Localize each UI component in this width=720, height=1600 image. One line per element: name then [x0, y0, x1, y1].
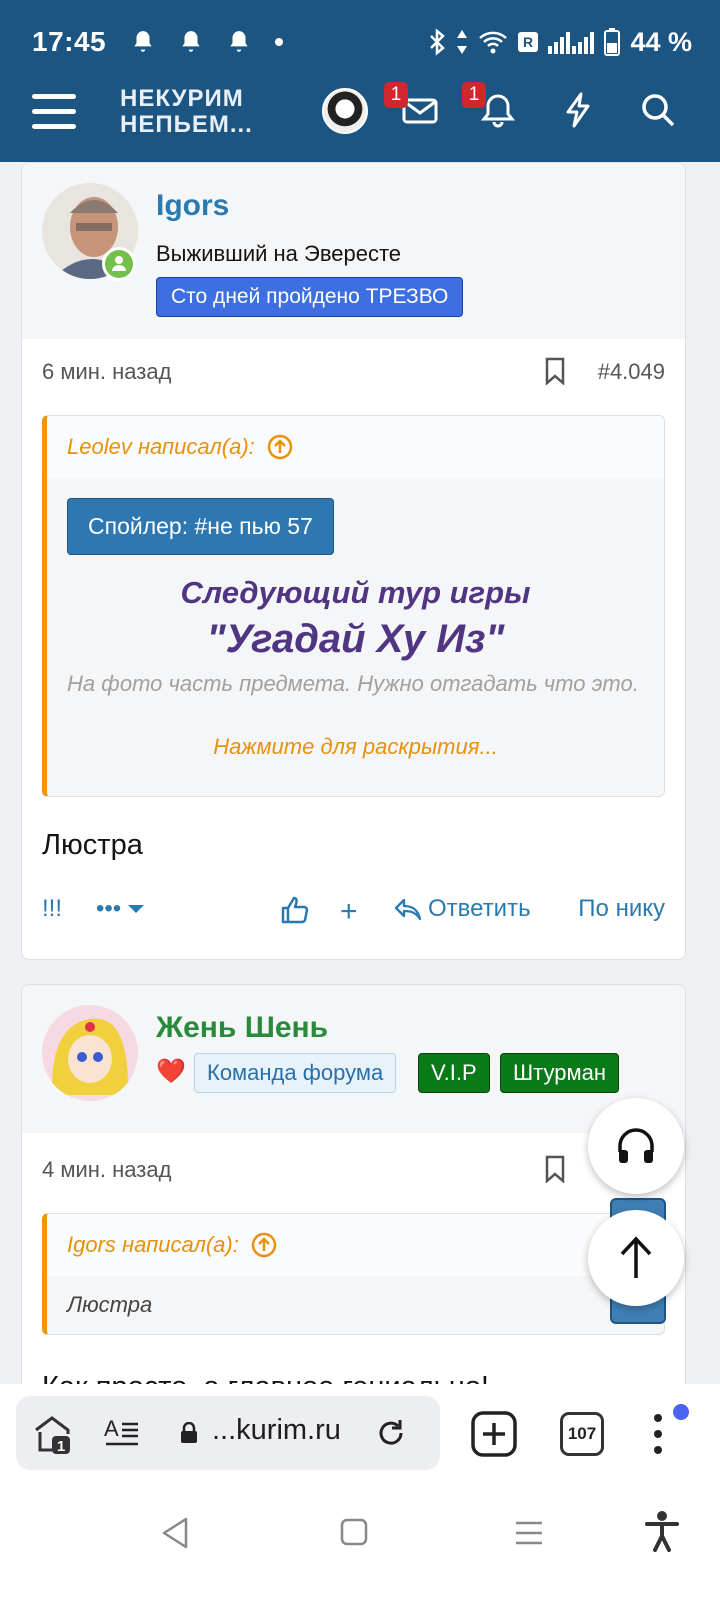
- game-description: На фото часть предмета. Нужно отгадать ч…: [67, 671, 639, 696]
- notification-bell-icon: [182, 31, 200, 52]
- headphones-icon: [618, 1128, 654, 1163]
- user-banner: Сто дней пройдено ТРЕЗВО: [156, 277, 464, 317]
- new-tab-icon[interactable]: [470, 1410, 518, 1458]
- data-arrows-icon: [457, 30, 468, 54]
- quote-author[interactable]: Leolev написал(а):: [67, 434, 255, 460]
- quote-author[interactable]: Igors написал(а):: [67, 1232, 239, 1258]
- reader-mode-icon[interactable]: A: [104, 1416, 140, 1450]
- game-title: Следующий тур игры: [180, 575, 531, 610]
- search-button[interactable]: [638, 90, 682, 134]
- scroll-top-button[interactable]: [588, 1210, 684, 1306]
- status-time: 17:45: [32, 26, 107, 57]
- url-text: ...kurim.ru: [212, 1414, 341, 1446]
- home-badge: 1: [57, 1438, 65, 1455]
- messages-badge: 1: [384, 82, 408, 108]
- alerts-button[interactable]: 1: [462, 82, 522, 134]
- quote-header: Leolev написал(а):: [47, 416, 664, 478]
- avatar[interactable]: [42, 1005, 138, 1101]
- post-meta: 4 мин. назад: [42, 1155, 665, 1187]
- post-number[interactable]: #4.049: [598, 359, 665, 385]
- svg-text:A: A: [104, 1416, 119, 1441]
- username-link[interactable]: Igors: [156, 189, 229, 223]
- badge-team: Команда форума: [194, 1053, 397, 1093]
- post-card: Igors Выживший на Эвересте Сто дней прой…: [21, 162, 686, 960]
- battery-level: 44 %: [630, 26, 692, 57]
- menu-icon[interactable]: [32, 94, 76, 132]
- post-actions: !!! ••• + Ответить По нику: [42, 895, 665, 931]
- online-indicator: [102, 247, 136, 281]
- post-user-header: Igors Выживший на Эвересте Сто дней прой…: [22, 163, 685, 339]
- username-link[interactable]: Жень Шень: [156, 1011, 328, 1045]
- signal-icon: [548, 32, 595, 54]
- back-icon[interactable]: [160, 1516, 190, 1550]
- wifi-icon: [479, 31, 508, 54]
- svg-text:R: R: [523, 34, 533, 50]
- post-user-header: Жень Шень ❤️ Команда форума V.I.P Штурма…: [22, 985, 685, 1133]
- add-button[interactable]: +: [340, 895, 358, 929]
- tab-count-button[interactable]: 107: [560, 1412, 604, 1456]
- chevron-down-icon: [128, 905, 145, 913]
- post-time[interactable]: 6 мин. назад: [42, 359, 171, 384]
- recents-icon[interactable]: [514, 1520, 544, 1546]
- badge-vip: V.I.P: [418, 1053, 490, 1093]
- accessibility-icon[interactable]: [644, 1510, 680, 1552]
- logo-line2: НЕПЬЕМ...: [120, 111, 253, 138]
- reply-icon: [394, 898, 422, 921]
- badge-navigator: Штурман: [500, 1053, 619, 1093]
- like-button[interactable]: [280, 895, 310, 925]
- notification-bell-icon: [134, 31, 152, 52]
- browser-toolbar: 1 A ...kurim.ru 107: [0, 1384, 720, 1600]
- reply-button[interactable]: Ответить: [394, 895, 531, 923]
- more-dots: •••: [96, 895, 122, 922]
- roaming-icon: R: [518, 32, 539, 52]
- reload-icon[interactable]: [376, 1418, 406, 1448]
- arrow-up-circle-icon[interactable]: [251, 1232, 277, 1258]
- kebab-menu-icon[interactable]: [650, 1412, 666, 1456]
- exclaim-button[interactable]: !!!: [42, 895, 62, 923]
- battery-icon: [604, 28, 621, 56]
- post-text: Люстра: [42, 829, 143, 861]
- spoiler-button[interactable]: Спойлер: #не пью 57: [67, 498, 334, 555]
- dot-icon: [275, 38, 284, 46]
- post-meta: 6 мин. назад #4.049: [42, 357, 665, 389]
- by-nick-button[interactable]: По нику: [578, 895, 665, 923]
- home-square-icon[interactable]: [340, 1518, 368, 1546]
- user-title: Выживший на Эвересте: [156, 241, 402, 266]
- quote-header: Igors написал(а):: [47, 1214, 664, 1276]
- address-bar[interactable]: 1 A ...kurim.ru: [16, 1396, 440, 1470]
- update-dot: [673, 1404, 689, 1420]
- reply-label: Ответить: [428, 895, 531, 922]
- post-time[interactable]: 4 мин. назад: [42, 1157, 171, 1182]
- quote-text: Люстра: [67, 1292, 153, 1317]
- quote-block: Igors написал(а): Люстра: [42, 1213, 665, 1335]
- home-icon[interactable]: 1: [30, 1412, 74, 1456]
- status-bar: 17:45 R 44 %: [32, 22, 692, 62]
- quote-block: Leolev написал(а): Спойлер: #не пью 57 С…: [42, 415, 665, 797]
- app-header: 17:45 R 44 % НЕКУРИМ НЕПЬЕМ... 1 1: [0, 0, 720, 162]
- logo-line1: НЕКУРИМ: [120, 85, 244, 112]
- notification-bell-icon: [230, 31, 248, 52]
- alerts-badge: 1: [462, 82, 486, 108]
- thumbs-up-icon: [281, 896, 309, 924]
- site-logo[interactable]: НЕКУРИМ НЕПЬЕМ...: [120, 86, 253, 138]
- messages-button[interactable]: 1: [384, 82, 444, 134]
- bluetooth-icon: [430, 28, 446, 56]
- post-card: Жень Шень ❤️ Команда форума V.I.P Штурма…: [21, 984, 686, 1404]
- more-button[interactable]: •••: [96, 895, 145, 923]
- bookmark-icon[interactable]: [545, 1155, 565, 1183]
- lightning-icon: [566, 92, 590, 128]
- heart-icon: ❤️: [156, 1058, 186, 1085]
- audio-button[interactable]: [588, 1098, 684, 1194]
- search-icon: [642, 94, 675, 127]
- whats-new-button[interactable]: [558, 90, 602, 134]
- game-name: "Угадай Ху Из": [206, 617, 505, 661]
- system-nav-bar: [0, 1504, 720, 1564]
- nav-bar: НЕКУРИМ НЕПЬЕМ... 1 1: [0, 80, 720, 150]
- bookmark-icon[interactable]: [545, 357, 565, 385]
- arrow-up-icon: [620, 1236, 652, 1278]
- user-avatar[interactable]: [322, 88, 368, 134]
- arrow-up-circle-icon[interactable]: [267, 434, 293, 460]
- lock-icon: [181, 1422, 197, 1443]
